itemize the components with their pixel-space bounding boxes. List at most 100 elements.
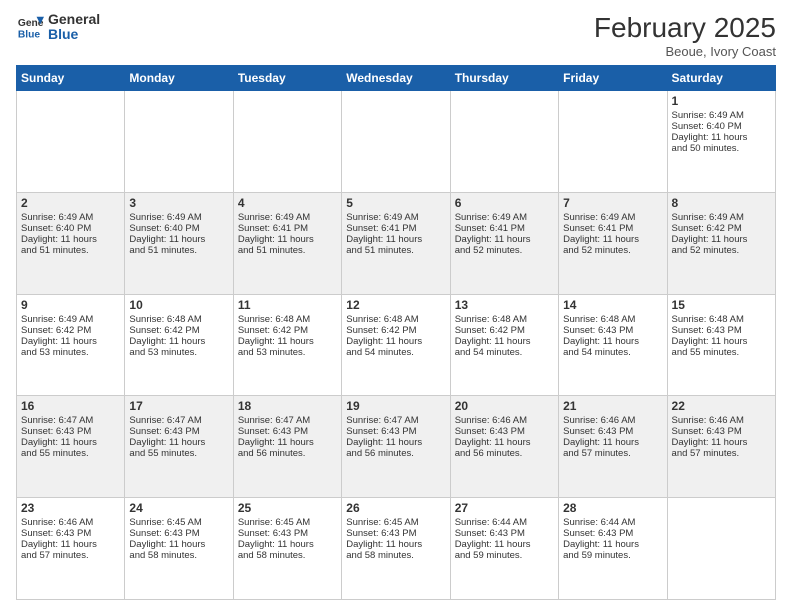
day-info: Sunset: 6:43 PM — [238, 528, 337, 539]
day-info: Sunset: 6:43 PM — [346, 426, 445, 437]
day-info: Sunrise: 6:45 AM — [129, 517, 228, 528]
day-info: Sunrise: 6:48 AM — [238, 314, 337, 325]
day-info: Daylight: 11 hours — [563, 539, 662, 550]
day-info: Daylight: 11 hours — [238, 234, 337, 245]
day-info: Sunrise: 6:46 AM — [455, 415, 554, 426]
day-info: Daylight: 11 hours — [238, 336, 337, 347]
day-info: and 50 minutes. — [672, 143, 771, 154]
day-info: Sunset: 6:43 PM — [21, 528, 120, 539]
table-row — [17, 91, 125, 193]
location-subtitle: Beoue, Ivory Coast — [594, 44, 776, 59]
day-info: Sunrise: 6:48 AM — [346, 314, 445, 325]
day-number: 3 — [129, 196, 228, 210]
day-info: Daylight: 11 hours — [672, 132, 771, 143]
day-info: Sunrise: 6:49 AM — [672, 212, 771, 223]
day-header-tuesday: Tuesday — [233, 66, 341, 91]
title-block: February 2025 Beoue, Ivory Coast — [594, 12, 776, 59]
calendar-table: SundayMondayTuesdayWednesdayThursdayFrid… — [16, 65, 776, 600]
day-info: Daylight: 11 hours — [672, 234, 771, 245]
day-number: 9 — [21, 298, 120, 312]
day-info: Sunset: 6:43 PM — [129, 528, 228, 539]
logo-icon: General Blue — [16, 13, 44, 41]
day-info: Daylight: 11 hours — [21, 336, 120, 347]
day-info: and 56 minutes. — [455, 448, 554, 459]
day-info: Sunrise: 6:46 AM — [563, 415, 662, 426]
day-number: 23 — [21, 501, 120, 515]
day-info: Sunrise: 6:49 AM — [21, 212, 120, 223]
day-info: Daylight: 11 hours — [129, 234, 228, 245]
calendar-week-row: 23Sunrise: 6:46 AMSunset: 6:43 PMDayligh… — [17, 498, 776, 600]
day-info: Daylight: 11 hours — [563, 234, 662, 245]
day-info: Sunset: 6:42 PM — [672, 223, 771, 234]
calendar-week-row: 16Sunrise: 6:47 AMSunset: 6:43 PMDayligh… — [17, 396, 776, 498]
day-info: and 53 minutes. — [21, 347, 120, 358]
calendar-header-row: SundayMondayTuesdayWednesdayThursdayFrid… — [17, 66, 776, 91]
table-row — [667, 498, 775, 600]
table-row: 26Sunrise: 6:45 AMSunset: 6:43 PMDayligh… — [342, 498, 450, 600]
day-info: Daylight: 11 hours — [346, 437, 445, 448]
day-info: Sunrise: 6:49 AM — [455, 212, 554, 223]
day-info: Daylight: 11 hours — [21, 234, 120, 245]
table-row: 7Sunrise: 6:49 AMSunset: 6:41 PMDaylight… — [559, 192, 667, 294]
table-row — [559, 91, 667, 193]
day-number: 15 — [672, 298, 771, 312]
day-info: and 57 minutes. — [672, 448, 771, 459]
table-row: 3 Sunrise: 6:49 AMSunset: 6:40 PMDaylight… — [125, 192, 233, 294]
day-number: 17 — [129, 399, 228, 413]
day-number: 22 — [672, 399, 771, 413]
day-info: and 57 minutes. — [21, 550, 120, 561]
table-row — [233, 91, 341, 193]
day-info: and 58 minutes. — [129, 550, 228, 561]
day-number: 25 — [238, 501, 337, 515]
day-info: Daylight: 11 hours — [563, 437, 662, 448]
day-info: and 58 minutes. — [346, 550, 445, 561]
day-info: Sunset: 6:40 PM — [21, 223, 120, 234]
day-number: 27 — [455, 501, 554, 515]
day-info: Daylight: 11 hours — [672, 437, 771, 448]
day-number: 20 — [455, 399, 554, 413]
day-info: Sunset: 6:41 PM — [455, 223, 554, 234]
day-info: and 51 minutes. — [238, 245, 337, 256]
day-info: Daylight: 11 hours — [129, 539, 228, 550]
table-row: 14Sunrise: 6:48 AMSunset: 6:43 PMDayligh… — [559, 294, 667, 396]
day-info: Daylight: 11 hours — [346, 234, 445, 245]
table-row — [450, 91, 558, 193]
day-number: 24 — [129, 501, 228, 515]
day-info: Sunrise: 6:49 AM — [346, 212, 445, 223]
day-info: Sunset: 6:42 PM — [129, 325, 228, 336]
day-number: 1 — [672, 94, 771, 108]
day-number: 26 — [346, 501, 445, 515]
day-number: 21 — [563, 399, 662, 413]
day-info: Sunrise: 6:49 AM — [129, 212, 228, 223]
table-row: 2Sunrise: 6:49 AMSunset: 6:40 PMDaylight… — [17, 192, 125, 294]
svg-text:Blue: Blue — [18, 30, 41, 41]
day-info: and 57 minutes. — [563, 448, 662, 459]
day-info: Sunset: 6:42 PM — [455, 325, 554, 336]
day-number: 11 — [238, 298, 337, 312]
day-info: Sunset: 6:43 PM — [346, 528, 445, 539]
day-info: Sunset: 6:40 PM — [129, 223, 228, 234]
day-info: and 56 minutes. — [238, 448, 337, 459]
table-row: 9Sunrise: 6:49 AMSunset: 6:42 PMDaylight… — [17, 294, 125, 396]
day-number: 28 — [563, 501, 662, 515]
day-info: Sunset: 6:41 PM — [238, 223, 337, 234]
day-info: Sunset: 6:43 PM — [563, 325, 662, 336]
table-row: 20Sunrise: 6:46 AMSunset: 6:43 PMDayligh… — [450, 396, 558, 498]
day-info: Daylight: 11 hours — [238, 539, 337, 550]
table-row: 23Sunrise: 6:46 AMSunset: 6:43 PMDayligh… — [17, 498, 125, 600]
table-row — [342, 91, 450, 193]
calendar-week-row: 1Sunrise: 6:49 AMSunset: 6:40 PMDaylight… — [17, 91, 776, 193]
day-info: and 55 minutes. — [21, 448, 120, 459]
day-number: 6 — [455, 196, 554, 210]
header: General Blue General Blue February 2025 … — [16, 12, 776, 59]
day-info: Sunset: 6:43 PM — [672, 426, 771, 437]
day-info: Sunrise: 6:45 AM — [238, 517, 337, 528]
day-info: Sunset: 6:43 PM — [563, 528, 662, 539]
day-info: Daylight: 11 hours — [238, 437, 337, 448]
day-info: Sunrise: 6:49 AM — [21, 314, 120, 325]
day-header-saturday: Saturday — [667, 66, 775, 91]
day-info: Sunset: 6:43 PM — [455, 426, 554, 437]
day-info: and 54 minutes. — [455, 347, 554, 358]
table-row: 27Sunrise: 6:44 AMSunset: 6:43 PMDayligh… — [450, 498, 558, 600]
table-row: 11Sunrise: 6:48 AMSunset: 6:42 PMDayligh… — [233, 294, 341, 396]
